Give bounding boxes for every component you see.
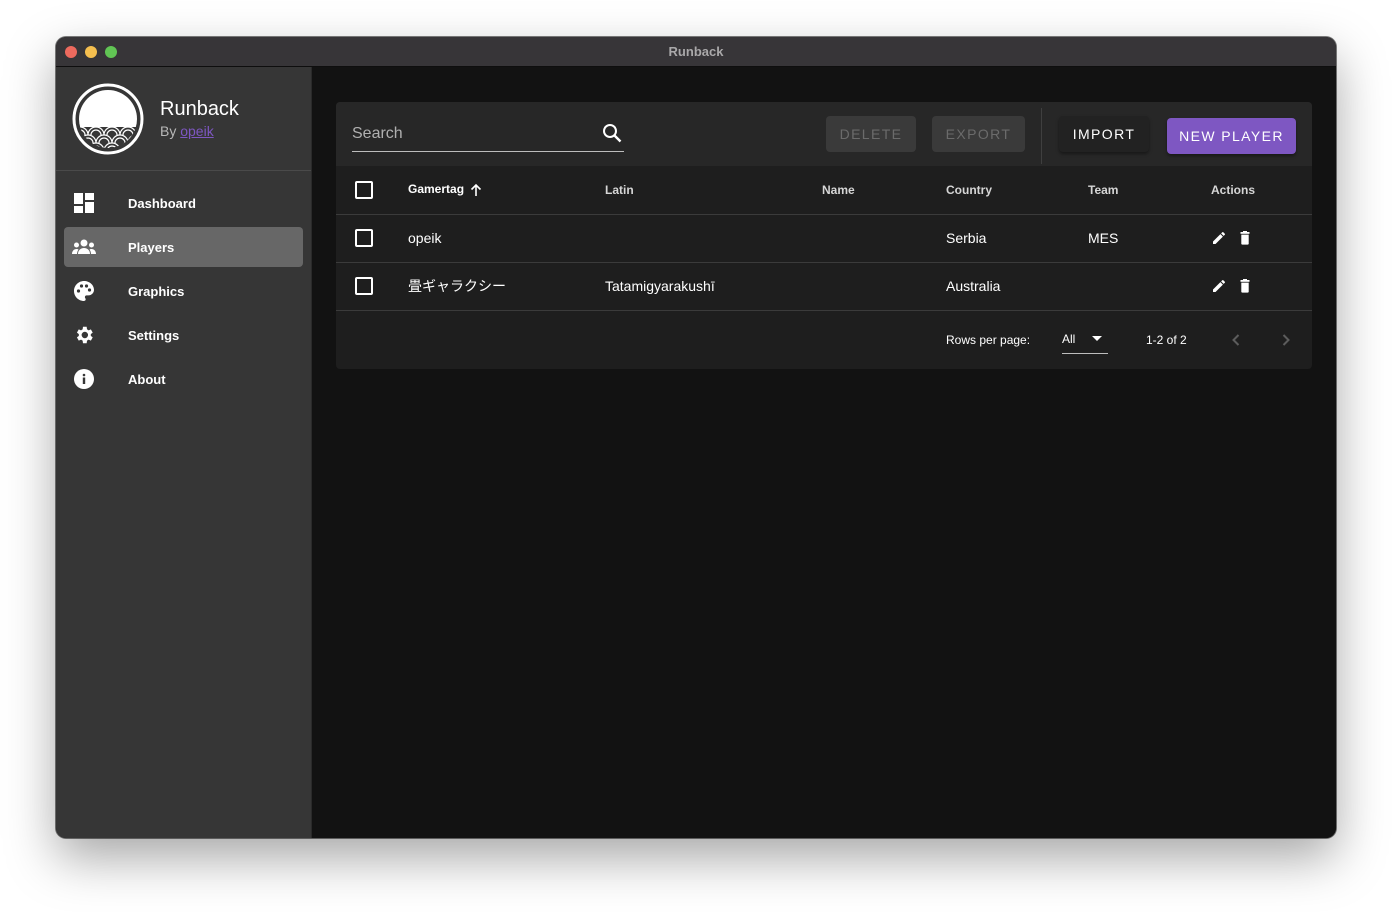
column-header-country[interactable]: Country bbox=[946, 166, 1088, 214]
sidebar-item-dashboard[interactable]: Dashboard bbox=[64, 183, 303, 223]
previous-page-button[interactable] bbox=[1226, 330, 1246, 353]
window-title: Runback bbox=[668, 44, 724, 59]
sidebar-item-about[interactable]: About bbox=[64, 359, 303, 399]
author-link[interactable]: opeik bbox=[180, 123, 213, 139]
author-prefix: By bbox=[160, 122, 177, 139]
app-name: Runback bbox=[160, 97, 239, 120]
sidebar-item-players[interactable]: Players bbox=[64, 227, 303, 267]
sidebar-item-label: About bbox=[128, 371, 166, 387]
sidebar-item-label: Dashboard bbox=[128, 195, 196, 211]
rows-per-page-label: Rows per page: bbox=[946, 332, 1031, 347]
export-button[interactable]: EXPORT bbox=[932, 116, 1025, 152]
minimize-window-button[interactable] bbox=[85, 46, 97, 58]
sidebar: Runback By opeik Dashboard Players Graph… bbox=[56, 67, 312, 838]
cell-gamertag: 畳ギャラクシー bbox=[408, 278, 506, 294]
cell-name bbox=[822, 262, 946, 310]
players-table-card: DELETE EXPORT IMPORT NEW PLAYER Gamertag… bbox=[336, 102, 1312, 369]
chevron-left-icon bbox=[1232, 333, 1240, 346]
sort-ascending-icon bbox=[471, 184, 482, 197]
edit-icon[interactable] bbox=[1211, 230, 1227, 246]
rows-per-page-select[interactable]: All bbox=[1062, 326, 1108, 354]
column-header-gamertag[interactable]: Gamertag bbox=[408, 166, 605, 214]
cell-team bbox=[1088, 262, 1211, 310]
wave-logo-icon bbox=[72, 83, 144, 154]
search-icon[interactable] bbox=[602, 123, 622, 148]
search-field bbox=[352, 116, 624, 152]
maximize-window-button[interactable] bbox=[105, 46, 117, 58]
table-toolbar: DELETE EXPORT IMPORT NEW PLAYER bbox=[336, 102, 1312, 166]
sidebar-item-settings[interactable]: Settings bbox=[64, 315, 303, 355]
table-header-row: Gamertag Latin Name Country Team Actions bbox=[336, 166, 1312, 214]
next-page-button[interactable] bbox=[1276, 330, 1296, 353]
edit-icon[interactable] bbox=[1211, 278, 1227, 294]
column-header-latin[interactable]: Latin bbox=[605, 166, 822, 214]
row-checkbox[interactable] bbox=[355, 229, 373, 247]
sidebar-item-graphics[interactable]: Graphics bbox=[64, 271, 303, 311]
sidebar-nav: Dashboard Players Graphics Settings Abou… bbox=[56, 171, 311, 399]
cell-latin bbox=[605, 214, 822, 262]
close-window-button[interactable] bbox=[65, 46, 77, 58]
main-content: DELETE EXPORT IMPORT NEW PLAYER Gamertag… bbox=[313, 67, 1336, 838]
row-actions bbox=[1211, 278, 1312, 294]
players-table: Gamertag Latin Name Country Team Actions… bbox=[336, 166, 1312, 311]
rows-per-page-value: All bbox=[1062, 332, 1076, 346]
dashboard-icon bbox=[72, 191, 96, 215]
select-all-checkbox[interactable] bbox=[355, 180, 373, 199]
row-actions bbox=[1211, 230, 1312, 246]
delete-icon[interactable] bbox=[1237, 278, 1253, 294]
info-icon bbox=[72, 367, 96, 391]
pagination-range: 1-2 of 2 bbox=[1146, 332, 1187, 347]
delete-button[interactable]: DELETE bbox=[826, 116, 916, 152]
new-player-button[interactable]: NEW PLAYER bbox=[1167, 118, 1296, 154]
delete-icon[interactable] bbox=[1237, 230, 1253, 246]
table-row: opeik Serbia MES bbox=[336, 214, 1312, 262]
brand-header: Runback By opeik bbox=[56, 67, 311, 171]
column-header-team[interactable]: Team bbox=[1088, 166, 1211, 214]
search-input[interactable] bbox=[352, 124, 592, 143]
chevron-right-icon bbox=[1282, 333, 1290, 346]
app-window: Runback Runback By opeik Dashboard Playe… bbox=[56, 37, 1336, 838]
sidebar-item-label: Players bbox=[128, 239, 175, 255]
caret-down-icon bbox=[1092, 335, 1102, 341]
row-checkbox[interactable] bbox=[355, 277, 373, 295]
toolbar-divider bbox=[1041, 108, 1042, 164]
cell-latin: Tatamigyarakushī bbox=[605, 278, 715, 294]
column-label: Gamertag bbox=[408, 182, 465, 197]
cell-name bbox=[822, 214, 946, 262]
palette-icon bbox=[72, 279, 96, 303]
window-controls bbox=[65, 46, 117, 58]
table-row: 畳ギャラクシー Tatamigyarakushī Australia bbox=[336, 262, 1312, 310]
sidebar-item-label: Settings bbox=[128, 327, 180, 343]
sidebar-item-label: Graphics bbox=[128, 283, 185, 299]
cell-gamertag: opeik bbox=[408, 230, 442, 246]
import-button[interactable]: IMPORT bbox=[1059, 116, 1149, 152]
table-pagination: Rows per page: All 1-2 of 2 bbox=[336, 311, 1312, 368]
author-line: By opeik bbox=[160, 121, 239, 141]
gear-icon bbox=[72, 323, 96, 347]
people-icon bbox=[72, 235, 96, 259]
cell-country: Australia bbox=[946, 278, 1001, 294]
title-bar: Runback bbox=[56, 37, 1336, 67]
column-header-actions: Actions bbox=[1211, 182, 1256, 197]
column-header-name[interactable]: Name bbox=[822, 166, 946, 214]
cell-team: MES bbox=[1088, 230, 1119, 246]
cell-country: Serbia bbox=[946, 230, 987, 246]
